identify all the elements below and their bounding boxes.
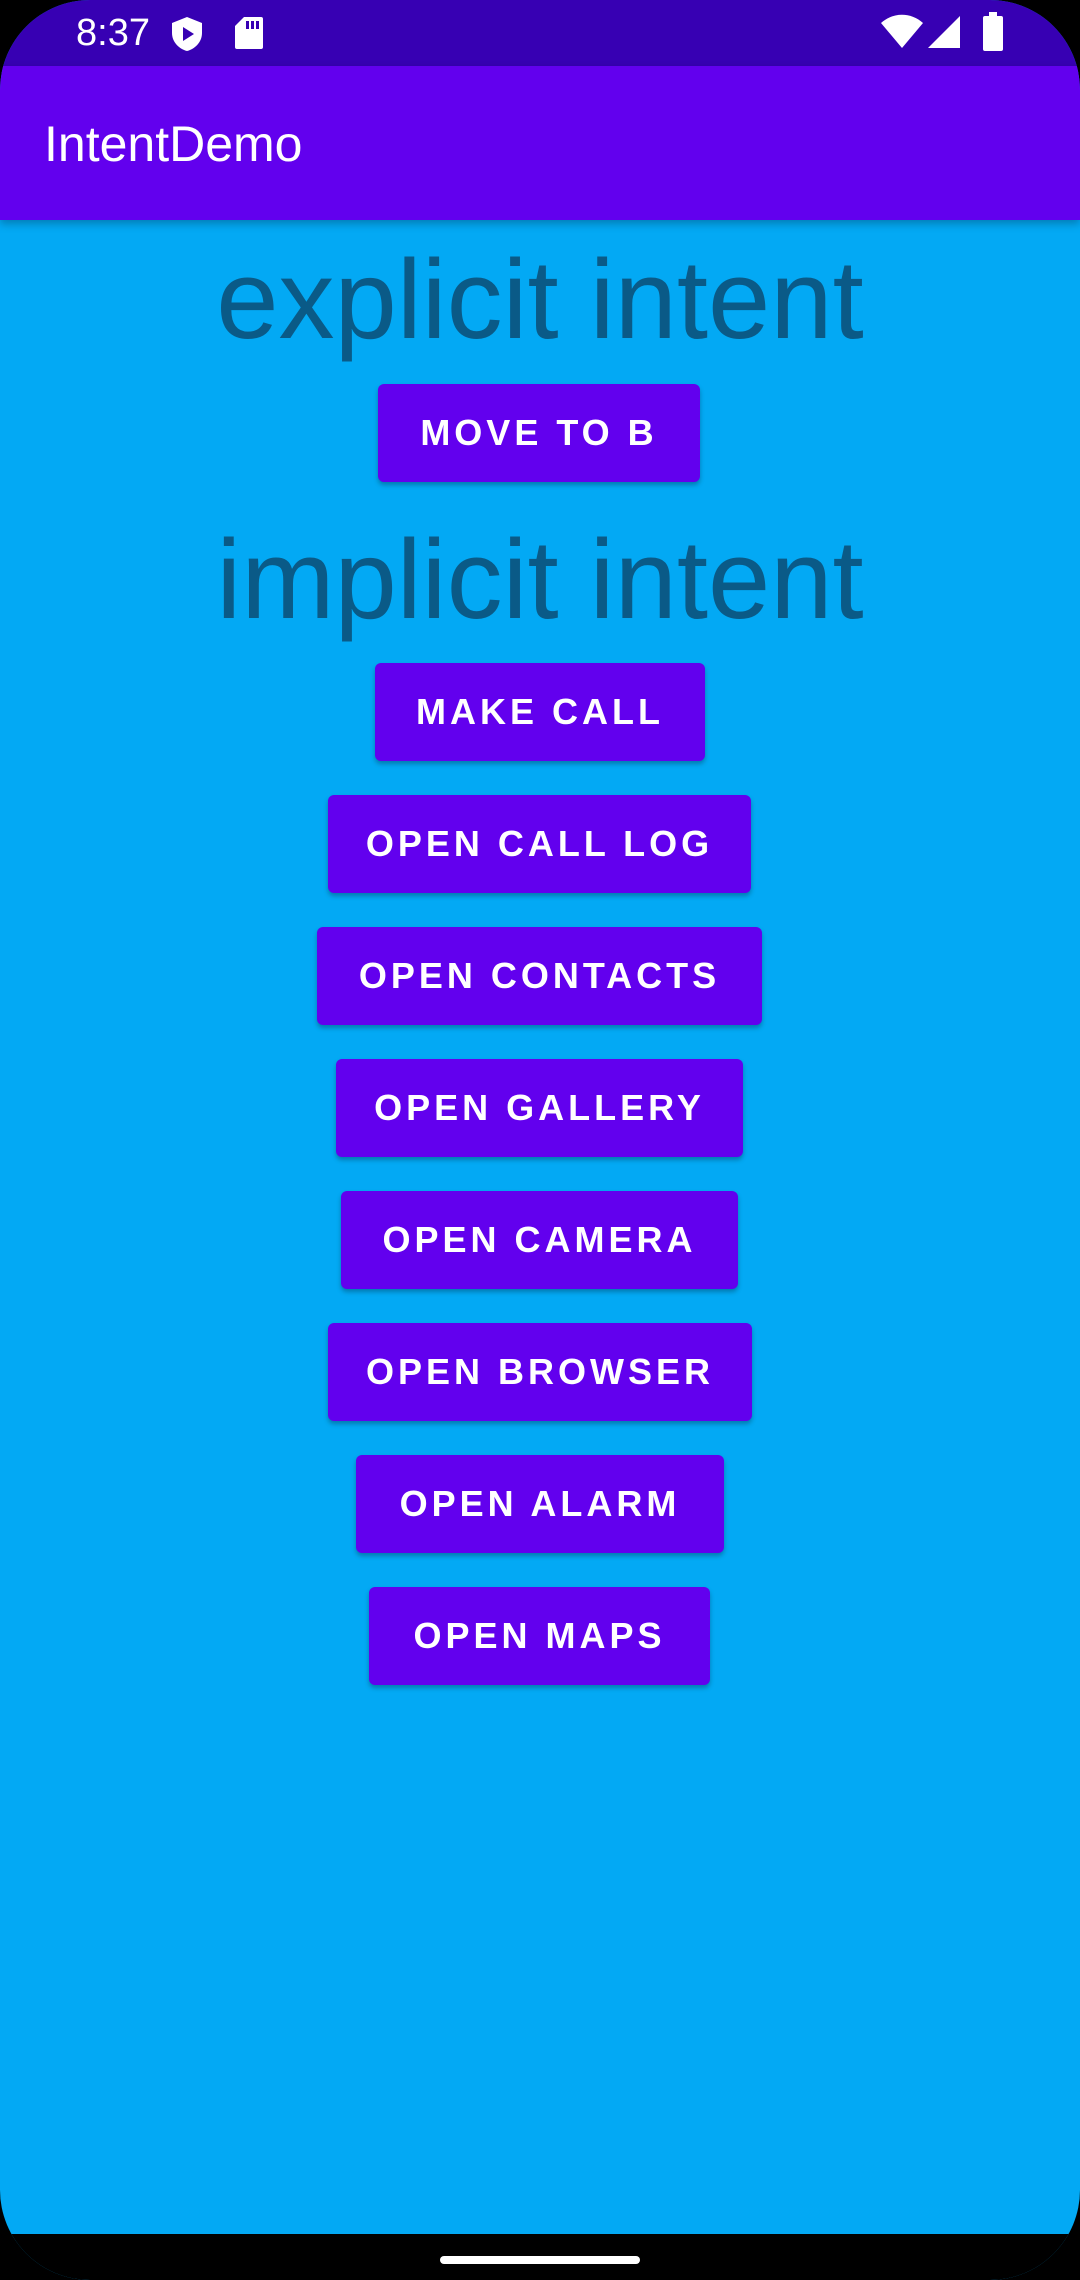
make-call-button[interactable]: MAKE CALL [375,663,705,761]
open-maps-button[interactable]: OPEN MAPS [369,1587,710,1685]
explicit-intent-heading: explicit intent [216,237,864,362]
open-gallery-button[interactable]: OPEN GALLERY [336,1059,743,1157]
wifi-icon [880,14,924,55]
battery-icon [982,12,1004,57]
open-contacts-button[interactable]: OPEN CONTACTS [317,927,762,1025]
sd-card-icon [234,16,264,55]
cellular-signal-icon [926,14,962,55]
shield-play-icon [170,16,204,57]
open-alarm-button[interactable]: OPEN ALARM [356,1455,724,1553]
status-bar: 8:37 [0,0,1080,66]
open-camera-button[interactable]: OPEN CAMERA [341,1191,738,1289]
app-title: IntentDemo [44,116,303,172]
home-gesture-handle[interactable] [440,2256,640,2264]
app-bar: IntentDemo [0,66,1080,220]
open-call-log-button[interactable]: OPEN CALL LOG [328,795,751,893]
implicit-intent-heading: implicit intent [216,517,864,642]
status-time: 8:37 [76,12,150,54]
open-browser-button[interactable]: OPEN BROWSER [328,1323,752,1421]
move-to-b-button[interactable]: MOVE TO B [378,384,700,482]
app-screen: 8:37 IntentDemo explicit intent MOVE TO … [0,0,1080,2280]
